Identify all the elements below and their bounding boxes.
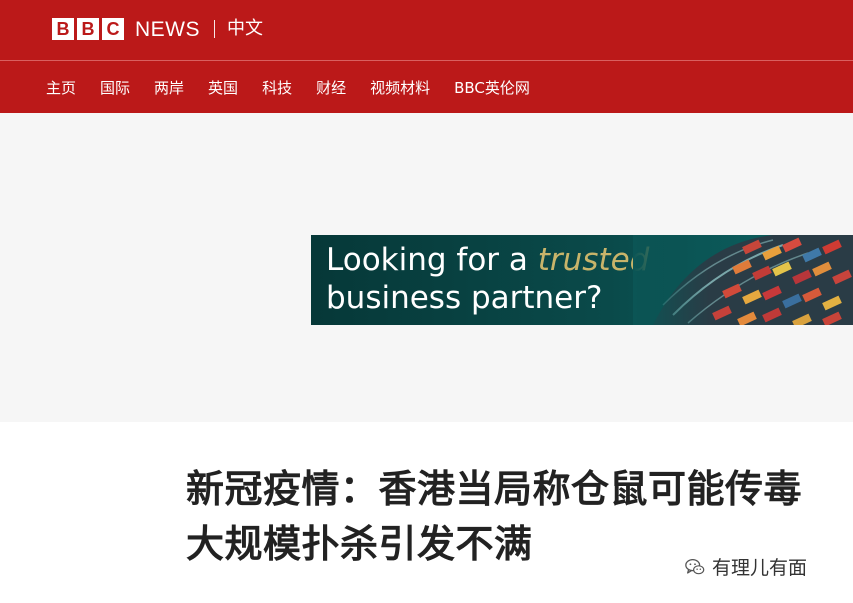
ad-line-2: business partner? <box>326 280 603 316</box>
nav-item-finance[interactable]: 财经 <box>316 77 346 98</box>
nav-item-tech[interactable]: 科技 <box>262 77 292 98</box>
advertisement-banner[interactable]: Looking for a trusted business partner? <box>311 235 853 325</box>
nav-item-world[interactable]: 国际 <box>100 77 130 98</box>
language-label[interactable]: 中文 <box>227 20 263 38</box>
bbc-letter-c: C <box>102 18 124 40</box>
top-header-bar: B B C NEWS 中文 <box>0 0 853 60</box>
ad-line-1: Looking for a trusted <box>326 241 649 279</box>
bbc-news-logo[interactable]: B B C NEWS 中文 <box>52 18 263 40</box>
ad-line-1-prefix: Looking for a <box>326 242 538 278</box>
nav-item-bbc-ukchina[interactable]: BBC英伦网 <box>454 77 530 98</box>
nav-list: 主页 国际 两岸 英国 科技 财经 视频材料 BBC英伦网 <box>46 61 530 113</box>
advertisement-zone: Looking for a trusted business partner? <box>0 113 853 422</box>
nav-item-video[interactable]: 视频材料 <box>370 77 430 98</box>
shipping-containers-image <box>633 235 853 325</box>
bbc-blocks: B B C <box>52 18 124 40</box>
nav-item-home[interactable]: 主页 <box>46 77 76 98</box>
brand-separator <box>214 20 215 38</box>
watermark: 有理儿有面 <box>684 553 807 580</box>
nav-item-uk[interactable]: 英国 <box>208 77 238 98</box>
news-wordmark: NEWS <box>135 17 200 41</box>
bbc-letter-b2: B <box>77 18 99 40</box>
ad-text: Looking for a trusted business partner? <box>326 241 649 317</box>
bbc-letter-b1: B <box>52 18 74 40</box>
nav-item-cross-strait[interactable]: 两岸 <box>154 77 184 98</box>
wechat-icon <box>685 558 705 574</box>
watermark-text: 有理儿有面 <box>712 557 808 579</box>
section-nav: 主页 国际 两岸 英国 科技 财经 视频材料 BBC英伦网 <box>0 61 853 113</box>
